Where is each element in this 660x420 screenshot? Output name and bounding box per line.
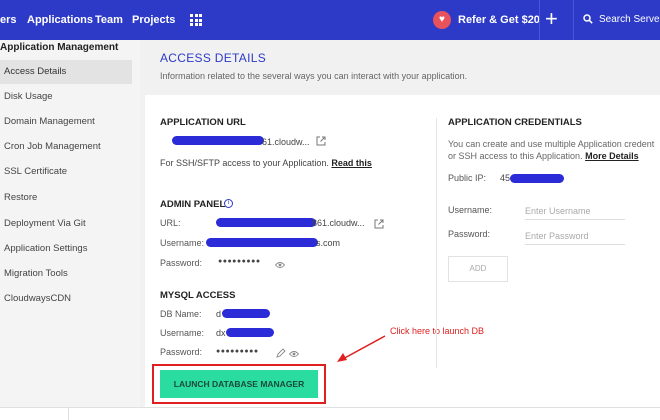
credentials-heading: APPLICATION CREDENTIALS bbox=[448, 117, 582, 128]
nav-team[interactable]: Team bbox=[95, 14, 123, 26]
sidebar-item-cloudwayscdn[interactable]: CloudwaysCDN bbox=[0, 287, 132, 311]
add-credential-button[interactable]: ADD bbox=[448, 256, 508, 282]
cred-password-input[interactable] bbox=[525, 227, 625, 245]
db-username-label: Username: bbox=[160, 328, 205, 338]
sidebar-item-ssl[interactable]: SSL Certificate bbox=[0, 160, 132, 184]
sidebar-item-migration-tools[interactable]: Migration Tools bbox=[0, 262, 132, 286]
launch-database-manager-button[interactable]: LAUNCH DATABASE MANAGER bbox=[160, 370, 318, 398]
redacted-value bbox=[206, 238, 318, 247]
db-name-label: DB Name: bbox=[160, 309, 202, 319]
nav-divider bbox=[573, 0, 574, 40]
page-title: ACCESS DETAILS bbox=[160, 51, 267, 65]
apps-grid-icon[interactable] bbox=[190, 14, 202, 26]
info-icon[interactable]: i bbox=[224, 199, 233, 208]
sidebar-item-restore[interactable]: Restore bbox=[0, 186, 132, 210]
admin-panel-heading: ADMIN PANEL bbox=[160, 199, 226, 210]
public-ip-value[interactable]: 45 bbox=[500, 173, 510, 183]
db-name-value[interactable]: d bbox=[216, 309, 221, 319]
credentials-desc: You can create and use multiple Applicat… bbox=[448, 139, 655, 149]
more-details-link[interactable]: More Details bbox=[585, 151, 639, 161]
redacted-value bbox=[510, 174, 564, 183]
admin-url-label: URL: bbox=[160, 218, 181, 228]
nav-servers[interactable]: ers bbox=[0, 14, 17, 26]
redacted-value bbox=[216, 218, 316, 227]
eye-icon[interactable] bbox=[289, 350, 299, 358]
annotation-text: Click here to launch DB bbox=[390, 326, 485, 336]
edit-pencil-icon[interactable] bbox=[276, 348, 286, 358]
sidebar-item-cron-job[interactable]: Cron Job Management bbox=[0, 135, 132, 159]
sidebar-item-app-settings[interactable]: Application Settings bbox=[0, 237, 132, 261]
nav-projects[interactable]: Projects bbox=[132, 14, 175, 26]
page-description: Information related to the several ways … bbox=[160, 71, 468, 81]
footer-bar bbox=[0, 407, 660, 420]
ssh-note: For SSH/SFTP access to your Application.… bbox=[160, 158, 372, 168]
cred-username-label: Username: bbox=[448, 205, 493, 215]
refer-link[interactable]: Refer & Get $20 bbox=[458, 14, 540, 26]
eye-icon[interactable] bbox=[275, 261, 285, 269]
admin-password-value: ●●●●●●●●● bbox=[218, 258, 261, 265]
redacted-value bbox=[222, 309, 270, 318]
add-button[interactable]: + bbox=[545, 8, 558, 30]
admin-password-label: Password: bbox=[160, 258, 203, 268]
sidebar-item-deployment-git[interactable]: Deployment Via Git bbox=[0, 212, 132, 236]
app-url-heading: APPLICATION URL bbox=[160, 117, 246, 128]
search-input[interactable]: Search Server o bbox=[599, 14, 660, 25]
credentials-desc-line2: or SSH access to this Application. More … bbox=[448, 151, 639, 161]
footer-divider bbox=[68, 408, 69, 420]
annotation-arrow-icon bbox=[337, 335, 386, 362]
search-icon bbox=[583, 14, 593, 24]
cred-password-label: Password: bbox=[448, 229, 491, 239]
top-navbar: ers Applications Team Projects ♥ Refer &… bbox=[0, 0, 660, 40]
redacted-value bbox=[226, 328, 274, 337]
nav-divider bbox=[539, 0, 540, 40]
external-link-icon[interactable] bbox=[374, 219, 384, 229]
mysql-heading: MYSQL ACCESS bbox=[160, 290, 236, 301]
read-this-link[interactable]: Read this bbox=[331, 158, 372, 168]
heart-icon[interactable]: ♥ bbox=[433, 11, 451, 29]
ssh-note-text: For SSH/SFTP access to your Application. bbox=[160, 158, 329, 168]
sidebar-item-domain-management[interactable]: Domain Management bbox=[0, 110, 132, 134]
sidebar-item-access-details[interactable]: Access Details bbox=[0, 60, 132, 84]
nav-applications[interactable]: Applications bbox=[27, 14, 93, 26]
public-ip-label: Public IP: bbox=[448, 173, 487, 183]
db-password-label: Password: bbox=[160, 347, 203, 357]
admin-username-label: Username: bbox=[160, 238, 205, 248]
sidebar-item-disk-usage[interactable]: Disk Usage bbox=[0, 85, 132, 109]
column-divider bbox=[436, 118, 437, 368]
redacted-value bbox=[172, 136, 264, 145]
db-password-value: ●●●●●●●●● bbox=[216, 348, 259, 355]
app-url-value[interactable]: 61.cloudw... bbox=[262, 137, 310, 147]
db-username-value[interactable]: dx bbox=[216, 328, 226, 338]
admin-username-value[interactable]: s.com bbox=[316, 238, 340, 248]
external-link-icon[interactable] bbox=[316, 136, 326, 146]
credentials-desc-text: or SSH access to this Application. bbox=[448, 151, 583, 161]
cred-username-input[interactable] bbox=[525, 202, 625, 220]
sidebar-title: Application Management bbox=[0, 42, 119, 53]
admin-url-value[interactable]: 861.cloudw... bbox=[312, 218, 365, 228]
